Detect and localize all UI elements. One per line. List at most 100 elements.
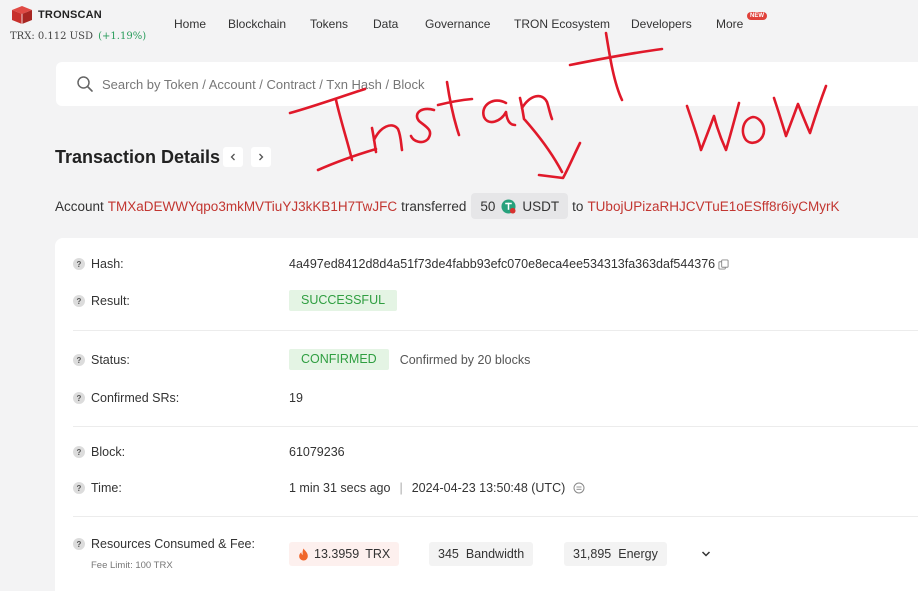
usdt-token-icon [501,198,516,214]
fee-unit: TRX [365,547,391,561]
fee-chip: 13.3959 TRX [289,542,400,566]
hash-value-group: 4a497ed8412d8d4a51f73de4fabb93efc070e8ec… [289,257,729,271]
confirmed-srs-row: ? Confirmed SRs: 19 [55,390,918,410]
result-label-group: ? Result: [73,294,130,308]
divider [73,426,918,427]
time-label-group: ? Time: [73,481,122,495]
resources-label: Resources Consumed & Fee: [91,537,255,551]
help-icon[interactable]: ? [73,538,85,550]
help-icon[interactable]: ? [73,482,85,494]
divider [73,330,918,331]
resources-row: ? Resources Consumed & Fee: 13.3959 TRX … [55,534,918,574]
time-value-group: 1 min 31 secs ago | 2024-04-23 13:50:48 … [289,481,585,495]
to-address-link[interactable]: TUbojUPizaRHJCVTuE1oESff8r6iyCMyrK [587,199,839,214]
transferred-word: transferred [401,198,467,214]
nav-governance[interactable]: Governance [425,17,490,31]
resources-label-group: ? Resources Consumed & Fee: [73,537,255,551]
time-row: ? Time: 1 min 31 secs ago | 2024-04-23 1… [55,480,918,500]
brand-name: TRONSCAN [38,9,102,21]
tronscan-logo[interactable]: TRONSCAN [10,5,102,25]
transfer-summary: Account TMXaDEWWYqpo3mkMVTiuYJ3kKB1H7TwJ… [55,193,844,219]
block-row: ? Block: 61079236 [55,444,918,464]
search-bar [56,62,918,106]
transfer-token[interactable]: USDT [522,199,559,214]
confirmed-by-text: Confirmed by 20 blocks [399,352,531,367]
hash-row: ? Hash: 4a497ed8412d8d4a51f73de4fabb93ef… [55,255,918,275]
trx-price: TRX: 0.112 USD (+1.19%) [10,31,146,42]
time-ago: 1 min 31 secs ago [289,481,391,495]
fee-amount: 13.3959 [314,547,360,561]
from-address-link[interactable]: TMXaDEWWYqpo3mkMVTiuYJ3kKB1H7TwJFC [108,199,397,214]
trx-price-label: TRX: 0.112 USD [10,31,93,42]
next-transaction-button[interactable] [251,147,271,167]
energy-chip: 31,895 Energy [564,542,667,566]
transfer-amount-chip: 50 USDT [471,193,569,219]
scribble-stroke [334,98,354,162]
nav-home[interactable]: Home [174,17,206,31]
result-value-group: SUCCESSFUL [289,290,398,311]
srs-value[interactable]: 19 [289,391,303,405]
block-label-group: ? Block: [73,445,125,459]
page-title: Transaction Details [55,147,221,167]
scribble-stroke [409,107,436,144]
hash-value: 4a497ed8412d8d4a51f73de4fabb93efc070e8ec… [289,257,716,271]
to-word: to [572,198,584,214]
scribble-stroke [316,147,378,172]
time-separator: | [399,481,403,495]
energy-unit: Energy [618,547,658,561]
help-icon[interactable]: ? [73,446,85,458]
nav-tokens[interactable]: Tokens [310,17,348,31]
result-badge: SUCCESSFUL [289,290,398,311]
chevron-right-icon [259,153,264,161]
chevron-down-icon[interactable] [700,548,712,560]
tronscan-logo-icon [12,6,32,24]
top-header: TRONSCAN TRX: 0.112 USD (+1.19%) Home Bl… [0,0,918,48]
nav-blockchain[interactable]: Blockchain [228,17,286,31]
new-badge: NEW [747,12,767,20]
prev-transaction-button[interactable] [223,147,243,167]
transaction-details-card: ? Hash: 4a497ed8412d8d4a51f73de4fabb93ef… [55,238,918,591]
srs-label: Confirmed SRs: [91,391,180,405]
scribble-stroke [537,141,582,180]
status-value-group: CONFIRMED Confirmed by 20 blocks [289,349,530,370]
result-label: Result: [91,294,130,308]
bandwidth-unit: Bandwidth [465,547,525,561]
scribble-stroke [685,101,741,152]
help-icon[interactable]: ? [73,295,85,307]
help-icon[interactable]: ? [73,354,85,366]
flame-icon [299,548,308,560]
block-value[interactable]: 61079236 [289,445,345,459]
fee-limit-text: Fee Limit: 100 TRX [91,560,173,571]
nav-developers[interactable]: Developers [631,17,692,31]
srs-label-group: ? Confirmed SRs: [73,391,179,405]
hash-label: Hash: [91,257,124,271]
block-label: Block: [91,445,126,459]
time-label: Time: [91,481,122,495]
account-word: Account [55,198,104,214]
status-label-group: ? Status: [73,353,130,367]
search-icon [77,76,93,92]
energy-amount: 31,895 [573,547,612,561]
copy-icon[interactable] [718,258,729,270]
scribble-stroke [741,115,766,145]
trx-price-change: (+1.19%) [98,31,147,42]
result-row: ? Result: SUCCESSFUL [55,289,918,313]
divider [73,516,918,517]
help-icon[interactable]: ? [73,258,85,270]
scribble-stroke [523,118,564,174]
status-row: ? Status: CONFIRMED Confirmed by 20 bloc… [55,348,918,372]
bandwidth-chip: 345 Bandwidth [429,542,534,566]
timezone-icon[interactable] [573,482,585,494]
nav-data[interactable]: Data [373,17,398,31]
time-full: 2024-04-23 13:50:48 (UTC) [411,481,566,495]
chevron-left-icon [230,153,235,161]
status-label: Status: [91,353,130,367]
scribble-stroke [370,124,404,154]
nav-more[interactable]: More [716,17,743,31]
bandwidth-amount: 345 [438,547,459,561]
help-icon[interactable]: ? [73,392,85,404]
nav-tron-ecosystem[interactable]: TRON Ecosystem [514,17,610,31]
search-input[interactable] [102,76,802,92]
hash-label-group: ? Hash: [73,257,124,271]
transfer-amount: 50 [480,198,496,214]
